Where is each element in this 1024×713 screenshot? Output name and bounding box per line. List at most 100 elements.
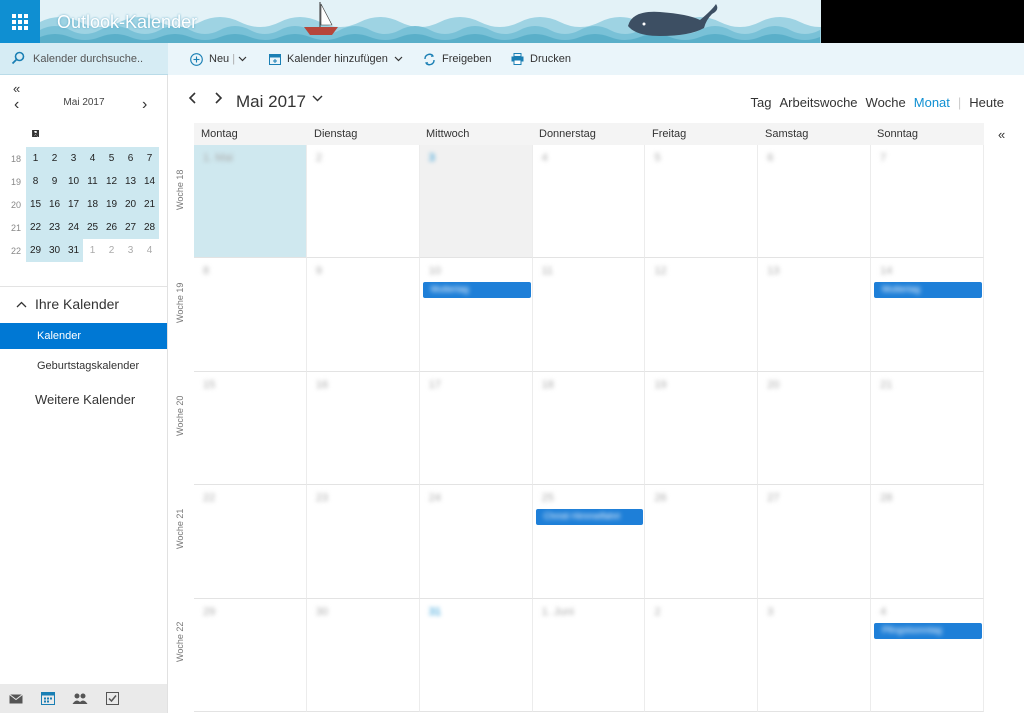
day-cell[interactable]: 16 xyxy=(306,371,420,486)
next-month-icon[interactable] xyxy=(213,92,223,104)
mini-day[interactable]: 24 xyxy=(64,216,83,239)
mini-calendar-next-icon[interactable]: › xyxy=(142,96,147,114)
today-button[interactable]: Heute xyxy=(969,95,1004,110)
mini-day[interactable]: 29 xyxy=(26,239,45,262)
mini-day[interactable]: 30 xyxy=(45,239,64,262)
mini-day[interactable]: 22 xyxy=(26,216,45,239)
day-cell[interactable]: 12 xyxy=(645,258,759,372)
share-button[interactable]: Freigeben xyxy=(423,43,492,75)
view-week-button[interactable]: Woche xyxy=(866,95,906,110)
day-cell[interactable]: 30 xyxy=(306,598,420,712)
day-cell[interactable]: 22 xyxy=(194,485,307,599)
calendar-search-input[interactable]: Kalender durchsuche.. xyxy=(0,43,168,75)
mini-day[interactable]: 4 xyxy=(140,239,159,262)
mini-day[interactable]: 7 xyxy=(140,147,159,170)
sidebar-item-calendar[interactable]: Kalender xyxy=(0,323,167,349)
mini-day[interactable]: 20 xyxy=(121,193,140,216)
print-button[interactable]: Drucken xyxy=(511,43,571,75)
day-cell[interactable]: 2 xyxy=(306,145,420,259)
mini-day[interactable]: 5 xyxy=(102,147,121,170)
day-cell[interactable]: 14 xyxy=(871,258,985,372)
view-month-button[interactable]: Monat xyxy=(914,95,950,110)
mini-day[interactable]: 10 xyxy=(64,170,83,193)
day-cell[interactable]: 29 xyxy=(194,598,307,712)
day-cell[interactable]: 21 xyxy=(871,371,985,486)
mini-day[interactable]: 12 xyxy=(102,170,121,193)
tasks-icon[interactable] xyxy=(96,692,128,705)
day-cell[interactable]: 23 xyxy=(306,485,420,599)
day-cell[interactable]: 26 xyxy=(645,485,759,599)
mini-day[interactable]: 3 xyxy=(121,239,140,262)
add-calendar-button[interactable]: Kalender hinzufügen xyxy=(269,43,409,75)
mini-day[interactable]: 4 xyxy=(83,147,102,170)
day-cell[interactable]: 7 xyxy=(871,145,985,259)
your-calendars-toggle[interactable]: Ihre Kalender xyxy=(16,296,119,312)
mini-day[interactable]: 21 xyxy=(140,193,159,216)
mini-day[interactable]: 16 xyxy=(45,193,64,216)
mini-day[interactable]: 11 xyxy=(83,170,102,193)
mini-day[interactable]: 9 xyxy=(45,170,64,193)
day-cell[interactable]: 28 xyxy=(871,485,985,599)
mini-day[interactable]: 3 xyxy=(64,147,83,170)
calendar-event[interactable]: Christi Himmelfahrt xyxy=(535,509,644,526)
day-cell[interactable]: 15 xyxy=(194,371,307,486)
calendar-event[interactable]: Muttertag xyxy=(422,282,531,299)
mini-day[interactable]: 31 xyxy=(64,239,83,262)
sidebar-item-birthday-calendar[interactable]: Geburtstagskalender xyxy=(37,360,139,372)
day-cell[interactable]: 17 xyxy=(419,371,533,486)
day-cell[interactable]: 18 xyxy=(532,371,646,486)
calendar-event[interactable]: Pfingstsonntag xyxy=(874,622,983,639)
day-cell[interactable]: 27 xyxy=(758,485,872,599)
calendar-event[interactable]: Muttertag xyxy=(874,282,983,299)
view-day-button[interactable]: Tag xyxy=(751,95,772,110)
day-cell[interactable]: 20 xyxy=(758,371,872,486)
mini-day[interactable]: 25 xyxy=(83,216,102,239)
mini-day[interactable]: 6 xyxy=(121,147,140,170)
collapse-right-pane-icon[interactable]: « xyxy=(998,127,1005,142)
day-cell[interactable]: 11 xyxy=(532,258,646,372)
mini-day[interactable]: 19 xyxy=(102,193,121,216)
day-cell[interactable]: 31 xyxy=(419,598,533,712)
day-cell[interactable]: 1. Juni xyxy=(532,598,646,712)
people-icon[interactable] xyxy=(64,693,96,704)
day-cell[interactable]: 1. Mai xyxy=(194,145,307,259)
chevron-down-icon[interactable] xyxy=(238,56,247,62)
view-workweek-button[interactable]: Arbeitswoche xyxy=(779,95,857,110)
day-cell[interactable]: 2 xyxy=(645,598,759,712)
new-button[interactable]: Neu | xyxy=(190,43,253,75)
mini-day[interactable]: 2 xyxy=(45,147,64,170)
day-cell[interactable]: 3 xyxy=(758,598,872,712)
day-cell[interactable]: 8 xyxy=(194,258,307,372)
mail-icon[interactable] xyxy=(0,693,32,704)
day-cell[interactable]: 19 xyxy=(645,371,759,486)
day-cell[interactable]: 9 xyxy=(306,258,420,372)
mini-day[interactable]: 2 xyxy=(102,239,121,262)
day-cell[interactable]: 13 xyxy=(758,258,872,372)
mini-day[interactable]: 14 xyxy=(140,170,159,193)
day-cell[interactable]: 25 xyxy=(532,485,646,599)
mini-day[interactable]: 18 xyxy=(83,193,102,216)
mini-day[interactable]: 15 xyxy=(26,193,45,216)
day-cell[interactable]: 4 xyxy=(532,145,646,259)
day-cell[interactable]: 6 xyxy=(758,145,872,259)
day-cell[interactable]: 3 xyxy=(419,145,533,259)
mini-day[interactable]: 26 xyxy=(102,216,121,239)
month-title[interactable]: Mai 2017 xyxy=(236,92,306,112)
mini-day[interactable]: 8 xyxy=(26,170,45,193)
chevron-down-icon[interactable] xyxy=(312,95,323,102)
mini-day[interactable]: 17 xyxy=(64,193,83,216)
calendar-icon[interactable] xyxy=(32,692,64,705)
mini-day[interactable]: 28 xyxy=(140,216,159,239)
mini-day[interactable]: 13 xyxy=(121,170,140,193)
collapse-sidebar-icon[interactable]: « xyxy=(13,81,20,96)
day-cell[interactable]: 4 xyxy=(871,598,985,712)
app-launcher-icon[interactable] xyxy=(0,0,40,43)
day-cell[interactable]: 5 xyxy=(645,145,759,259)
mini-day[interactable]: 23 xyxy=(45,216,64,239)
day-cell[interactable]: 10 xyxy=(419,258,533,372)
previous-month-icon[interactable] xyxy=(188,92,198,104)
mini-day[interactable]: 27 xyxy=(121,216,140,239)
day-cell[interactable]: 24 xyxy=(419,485,533,599)
more-calendars-link[interactable]: Weitere Kalender xyxy=(35,392,135,407)
mini-day[interactable]: 1 xyxy=(83,239,102,262)
